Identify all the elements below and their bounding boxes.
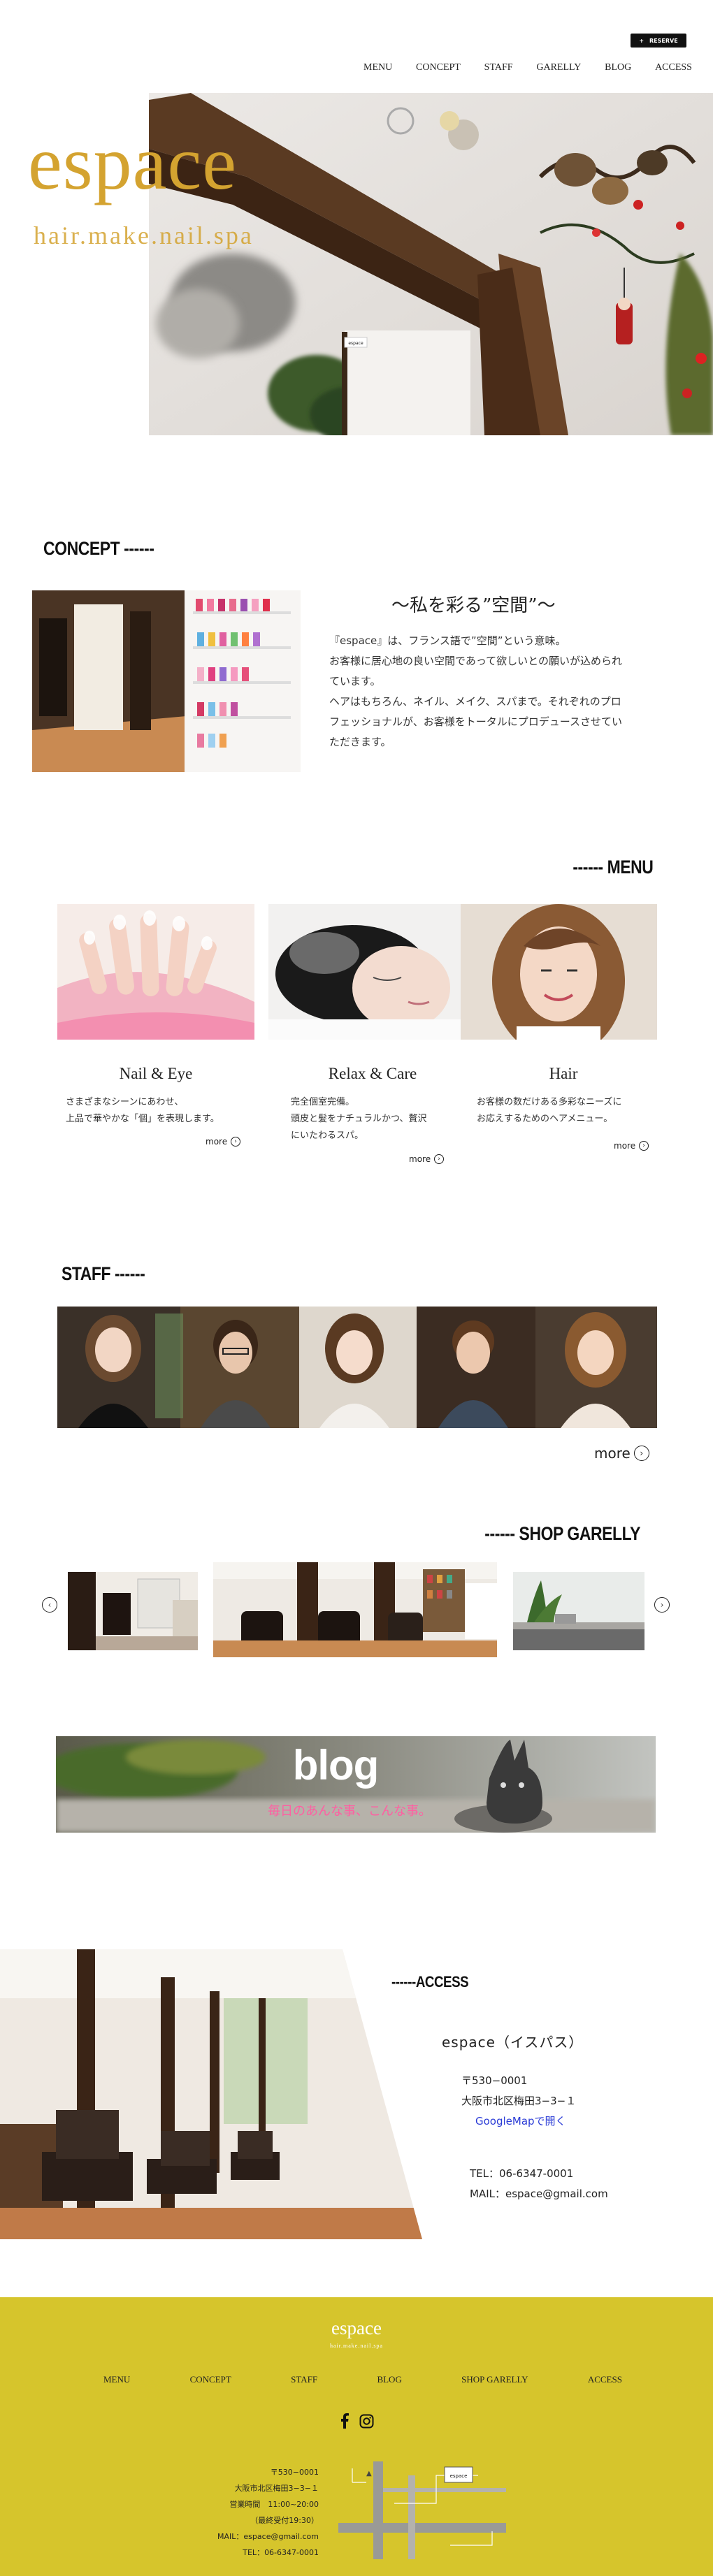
nail-eye-photo[interactable] [57,904,254,1040]
blog-title: blog [292,1742,380,1789]
plus-icon: + [639,37,644,44]
global-nav: MENU CONCEPT STAFF GARELLY BLOG ACCESS [363,62,692,73]
more-label: more [594,1445,631,1462]
access-title: ------ACCESS [391,1973,469,1991]
footer-hours: 営業時間 11:00~20:00 [229,2500,319,2509]
desc-line: 上品で華やかな「個」を表現します。 [66,1114,219,1124]
nav-access[interactable]: ACCESS [655,62,692,73]
footer-last-order: （最終受付19:30） [250,2516,319,2525]
gallery-image-featured[interactable] [213,1562,497,1657]
nav-blog[interactable]: BLOG [605,62,631,73]
footer-nav-gallery[interactable]: SHOP GARELLY [461,2374,528,2385]
more-label: more [614,1141,636,1151]
concept-text: 『espace』は、フランス語で”空間”という意味。 お客様に居心地の良い空間で… [329,631,686,752]
mail[interactable]: MAIL：espace@gmail.com [470,2184,608,2204]
footer-tel: TEL：06-6347-0001 [243,2548,319,2557]
concept-line: 『espace』は、フランス語で”空間”という意味。 [329,634,566,647]
tel: TEL：06-6347-0001 [470,2167,574,2180]
menu-item-desc: さまざまなシーンにあわせ、 上品で華やかな「個」を表現します。 [66,1094,219,1128]
site-logo[interactable]: espace [28,124,237,201]
gallery-prev-arrow[interactable]: ‹ [42,1597,57,1613]
menu-item-name[interactable]: Nail & Eye [51,1065,261,1083]
hair-more-link[interactable]: more › [614,1141,649,1151]
footer-nav-staff[interactable]: STAFF [291,2374,317,2385]
street-address: 大阪市北区梅田3−3−１ [461,2095,577,2107]
staff-photos[interactable] [57,1307,657,1428]
site-logo-tagline: hair.make.nail.spa [34,221,254,249]
desc-line: さまざまなシーンにあわせ、 [66,1097,184,1107]
desc-line: 完全個室完備。 [291,1097,355,1107]
footer-nav: MENU CONCEPT STAFF BLOG SHOP GARELLY ACC… [103,2374,622,2385]
more-label: more [409,1154,431,1164]
footer-nav-concept[interactable]: CONCEPT [190,2374,231,2385]
menu-title: ------ MENU [572,857,654,878]
nav-gallery[interactable]: GARELLY [536,62,581,73]
desc-line: お応えするためのヘアメニュー。 [477,1114,613,1124]
footer-postal: 〒530−0001 [270,2468,319,2477]
menu-item-desc: お客様の数だけある多彩なニーズに お応えするためのヘアメニュー。 [477,1094,621,1128]
instagram-icon[interactable] [359,2414,374,2431]
footer-nav-access[interactable]: ACCESS [588,2374,622,2385]
menu-item-desc: 完全個室完備。 頭皮と髪をナチュラルかつ、贅沢 にいたわるスパ。 [291,1094,426,1144]
gallery-title: ------ SHOP GARELLY [484,1523,640,1544]
concept-line: ただきます。 [329,736,391,748]
chevron-right-icon: › [633,1446,649,1461]
shop-name: espace（イスパス） [442,2034,584,2051]
contact-block: TEL：06-6347-0001 MAIL：espace@gmail.com [470,2164,608,2204]
gallery-image[interactable] [513,1572,644,1650]
concept-line: フェッショナルが、お客様をトータルにプロデュースさせてい [329,715,622,728]
desc-line: 頭皮と髪をナチュラルかつ、贅沢 [291,1114,427,1124]
relax-care-photo[interactable] [268,904,461,1040]
nail-more-link[interactable]: more › [206,1137,241,1147]
footer-mail: MAIL：espace@gmail.com [217,2532,319,2541]
chevron-right-icon: › [434,1154,445,1164]
nav-staff[interactable]: STAFF [484,62,513,73]
footer-address: 大阪市北区梅田3−3−１ [234,2484,319,2493]
desc-line: にいたわるスパ。 [291,1130,364,1141]
menu-item-name[interactable]: Relax & Care [268,1065,477,1083]
footer-nav-menu[interactable]: MENU [103,2374,130,2385]
menu-item-name[interactable]: Hair [459,1065,668,1083]
chevron-right-icon: › [231,1137,241,1147]
chevron-right-icon: › [660,1600,664,1610]
blog-subtitle: 毎日のあんな事、こんな事。 [268,1804,431,1819]
relax-more-link[interactable]: more › [409,1154,445,1164]
concept-heading: ～私を彩る”空間”～ [391,595,556,616]
footer-nav-blog[interactable]: BLOG [377,2374,401,2385]
compass-n-icon: ▲ [366,2470,372,2477]
shelf-sign: espace [348,341,363,346]
access-photo [0,1949,422,2239]
map-label: espace [450,2473,468,2479]
concept-line: ています。 [329,675,381,687]
staff-more-link[interactable]: more › [594,1445,649,1462]
facebook-icon[interactable] [340,2413,349,2431]
address-block: 〒530−0001 大阪市北区梅田3−3−１ GoogleMapで開く [461,2071,576,2132]
chevron-left-icon: ‹ [48,1600,52,1610]
nav-concept[interactable]: CONCEPT [416,62,461,73]
reserve-button-label: RESERVE [649,37,678,44]
reserve-button[interactable]: + RESERVE [631,34,686,48]
footer-map[interactable]: espace ▲ [338,2461,506,2559]
gallery-next-arrow[interactable]: › [654,1597,670,1613]
footer-logo[interactable]: espace [0,2317,713,2339]
chevron-right-icon: › [639,1141,649,1151]
footer-logo-tagline: hair.make.nail.spa [330,2343,383,2349]
nav-menu[interactable]: MENU [363,62,392,73]
postal-code: 〒530−0001 [461,2074,528,2087]
desc-line: お客様の数だけある多彩なニーズに [477,1097,622,1107]
concept-photo [32,590,301,772]
google-map-link[interactable]: GoogleMapで開く [475,2111,576,2132]
concept-line: お客様に居心地の良い空間であって欲しいとの願いが込められ [329,655,622,667]
concept-title: CONCEPT ------ [43,538,154,559]
concept-line: ヘアはもちろん、ネイル、メイク、スパまで。それぞれのプロ [329,695,621,708]
more-label: more [206,1137,228,1147]
gallery-image[interactable] [68,1572,198,1650]
hair-photo[interactable] [461,904,657,1040]
footer-info: 〒530−0001 大阪市北区梅田3−3−１ 営業時間 11:00~20:00 … [168,2464,319,2561]
staff-title: STAFF ------ [62,1263,145,1284]
